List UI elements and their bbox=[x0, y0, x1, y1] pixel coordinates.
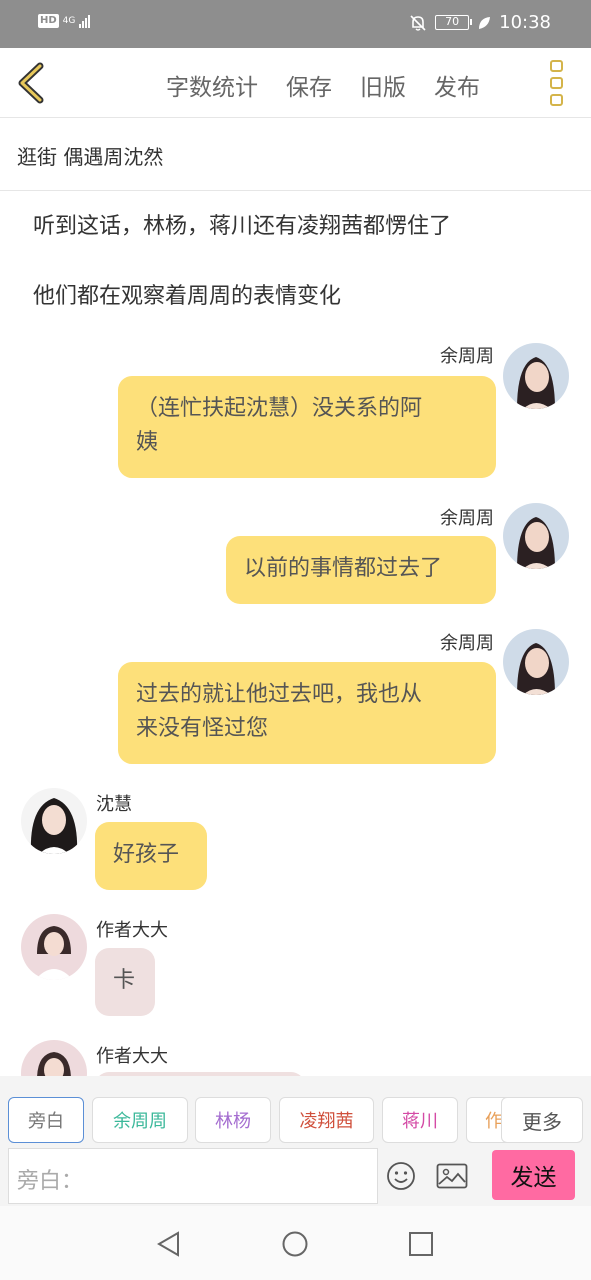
role-tag-narrator[interactable]: 旁白 bbox=[8, 1097, 84, 1143]
role-tag-yu-zhouzhou[interactable]: 余周周 bbox=[92, 1097, 188, 1143]
more-roles-button[interactable]: 更多 bbox=[501, 1097, 583, 1143]
status-left: HD 4G bbox=[38, 14, 91, 28]
avatar-yu-zhouzhou[interactable] bbox=[503, 343, 569, 409]
speaker-name: 余周周 bbox=[440, 508, 494, 529]
message-line: 来没有怪过您 bbox=[136, 716, 269, 741]
message-text: 以前的事情都过去了 bbox=[244, 556, 443, 581]
status-bar: HD 4G 70 10:38 bbox=[0, 0, 591, 48]
battery-icon: 70 bbox=[435, 15, 473, 30]
network-type: 4G bbox=[62, 15, 76, 26]
leaf-icon bbox=[479, 16, 491, 29]
avatar-author[interactable] bbox=[21, 914, 87, 980]
nav-recents-icon[interactable] bbox=[408, 1231, 434, 1257]
avatar-yu-zhouzhou[interactable] bbox=[503, 629, 569, 695]
message-line: （连忙扶起沈慧）没关系的阿 bbox=[136, 396, 423, 421]
status-right: 70 10:38 bbox=[409, 12, 551, 33]
chapter-title[interactable]: 逛街 偶遇周沈然 bbox=[0, 119, 591, 191]
hd-badge: HD bbox=[38, 14, 59, 28]
speaker-name: 作者大大 bbox=[96, 920, 168, 941]
message-line: 过去的就让他过去吧，我也从 bbox=[136, 682, 423, 707]
message-bubble[interactable]: 过去的就让他过去吧，我也从 来没有怪过您 bbox=[118, 662, 496, 764]
mute-bell-icon bbox=[410, 14, 426, 31]
word-count-button[interactable]: 字数统计 bbox=[166, 68, 258, 102]
message-line: 姨 bbox=[136, 430, 159, 455]
status-time: 10:38 bbox=[499, 12, 551, 33]
speaker-name: 余周周 bbox=[440, 346, 494, 367]
role-tag-ling-xiangqian[interactable]: 凌翔茜 bbox=[279, 1097, 374, 1143]
signal-icon bbox=[79, 14, 91, 28]
nav-home-icon[interactable] bbox=[282, 1231, 308, 1257]
emoji-icon[interactable] bbox=[386, 1161, 416, 1191]
speaker-name: 作者大大 bbox=[96, 1046, 168, 1067]
save-button[interactable]: 保存 bbox=[286, 68, 332, 102]
avatar-author[interactable] bbox=[21, 1040, 87, 1076]
input-row: 旁白： 发送 bbox=[0, 1146, 591, 1206]
avatar-shen-hui[interactable] bbox=[21, 788, 87, 854]
publish-button[interactable]: 发布 bbox=[434, 68, 480, 102]
message-bubble[interactable]: 以前的事情都过去了 bbox=[226, 536, 496, 604]
avatar-yu-zhouzhou[interactable] bbox=[503, 503, 569, 569]
narration-text: 听到这话，林杨，蒋川还有凌翔茜都愣住了 bbox=[33, 214, 452, 239]
role-tag-lin-yang[interactable]: 林杨 bbox=[195, 1097, 271, 1143]
send-button[interactable]: 发送 bbox=[492, 1150, 575, 1200]
header-actions: 字数统计 保存 旧版 发布 bbox=[166, 68, 480, 102]
nav-back-icon[interactable] bbox=[156, 1231, 182, 1257]
speaker-name: 余周周 bbox=[440, 633, 494, 654]
back-arrow-icon[interactable] bbox=[14, 62, 50, 104]
message-bubble[interactable]: 好孩子 bbox=[95, 822, 207, 890]
message-text: 卡 bbox=[113, 968, 136, 993]
message-bubble[interactable]: 卡 bbox=[95, 948, 155, 1016]
more-menu-icon[interactable] bbox=[550, 60, 568, 106]
image-icon[interactable] bbox=[436, 1163, 468, 1189]
role-tag-bar: 旁白 余周周 林杨 凌翔茜 蒋川 作 更多 bbox=[0, 1076, 591, 1146]
app-header: 字数统计 保存 旧版 发布 bbox=[0, 48, 591, 118]
message-input[interactable]: 旁白： bbox=[8, 1148, 378, 1204]
old-version-button[interactable]: 旧版 bbox=[360, 68, 406, 102]
role-tag-jiang-chuan[interactable]: 蒋川 bbox=[382, 1097, 458, 1143]
speaker-name: 沈慧 bbox=[96, 794, 132, 815]
chat-content: 听到这话，林杨，蒋川还有凌翔茜都愣住了 他们都在观察着周周的表情变化 余周周 （… bbox=[0, 192, 591, 1076]
message-text: 好孩子 bbox=[113, 842, 180, 867]
message-bubble[interactable]: （连忙扶起沈慧）没关系的阿 姨 bbox=[118, 376, 496, 478]
system-nav-bar bbox=[0, 1206, 591, 1280]
narration-text: 他们都在观察着周周的表情变化 bbox=[33, 284, 342, 309]
